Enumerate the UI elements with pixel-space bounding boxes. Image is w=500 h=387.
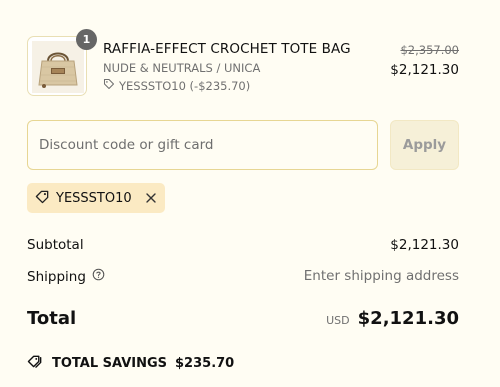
- discount-code-input[interactable]: [27, 120, 378, 170]
- quantity-badge: 1: [76, 29, 97, 50]
- product-variant: NUDE & NEUTRALS / UNICA: [103, 61, 261, 75]
- order-summary: 1 RAFFIA-EFFECT CROCHET TOTE BAG NUDE & …: [0, 0, 500, 387]
- close-icon: [146, 193, 156, 203]
- line-item: 1 RAFFIA-EFFECT CROCHET TOTE BAG NUDE & …: [27, 29, 459, 98]
- total-value-group: USD $2,121.30: [326, 308, 459, 329]
- subtotal-label: Subtotal: [27, 237, 84, 253]
- total-amount: $2,121.30: [357, 308, 459, 329]
- shipping-value: Enter shipping address: [303, 268, 459, 284]
- discounted-price: $2,121.30: [390, 62, 459, 78]
- tags-icon: [27, 354, 44, 373]
- tag-icon: [35, 189, 50, 208]
- question-circle-icon[interactable]: [92, 268, 105, 285]
- applied-code-label: YESSSTO10: [56, 190, 132, 206]
- apply-button[interactable]: Apply: [390, 120, 459, 170]
- subtotal-value: $2,121.30: [390, 237, 459, 253]
- remove-discount-button[interactable]: [145, 192, 157, 204]
- applied-discount-chip: YESSSTO10: [27, 183, 165, 213]
- tote-bag-image: [32, 41, 84, 93]
- savings-value: $235.70: [175, 356, 235, 371]
- savings-label: TOTAL SAVINGS: [52, 356, 168, 371]
- product-discount-label: YESSSTO10 (-$235.70): [119, 78, 251, 93]
- total-savings: TOTAL SAVINGS $235.70: [27, 354, 234, 373]
- product-thumbnail: 1: [27, 29, 97, 96]
- tag-icon: [103, 78, 115, 93]
- shipping-label: Shipping: [27, 268, 86, 285]
- product-title: RAFFIA-EFFECT CROCHET TOTE BAG: [103, 41, 351, 57]
- product-discount: YESSSTO10 (-$235.70): [103, 78, 250, 93]
- currency-code: USD: [326, 314, 350, 327]
- total-label: Total: [27, 308, 77, 329]
- shipping-row-label: Shipping: [27, 268, 105, 285]
- original-price: $2,357.00: [400, 43, 459, 57]
